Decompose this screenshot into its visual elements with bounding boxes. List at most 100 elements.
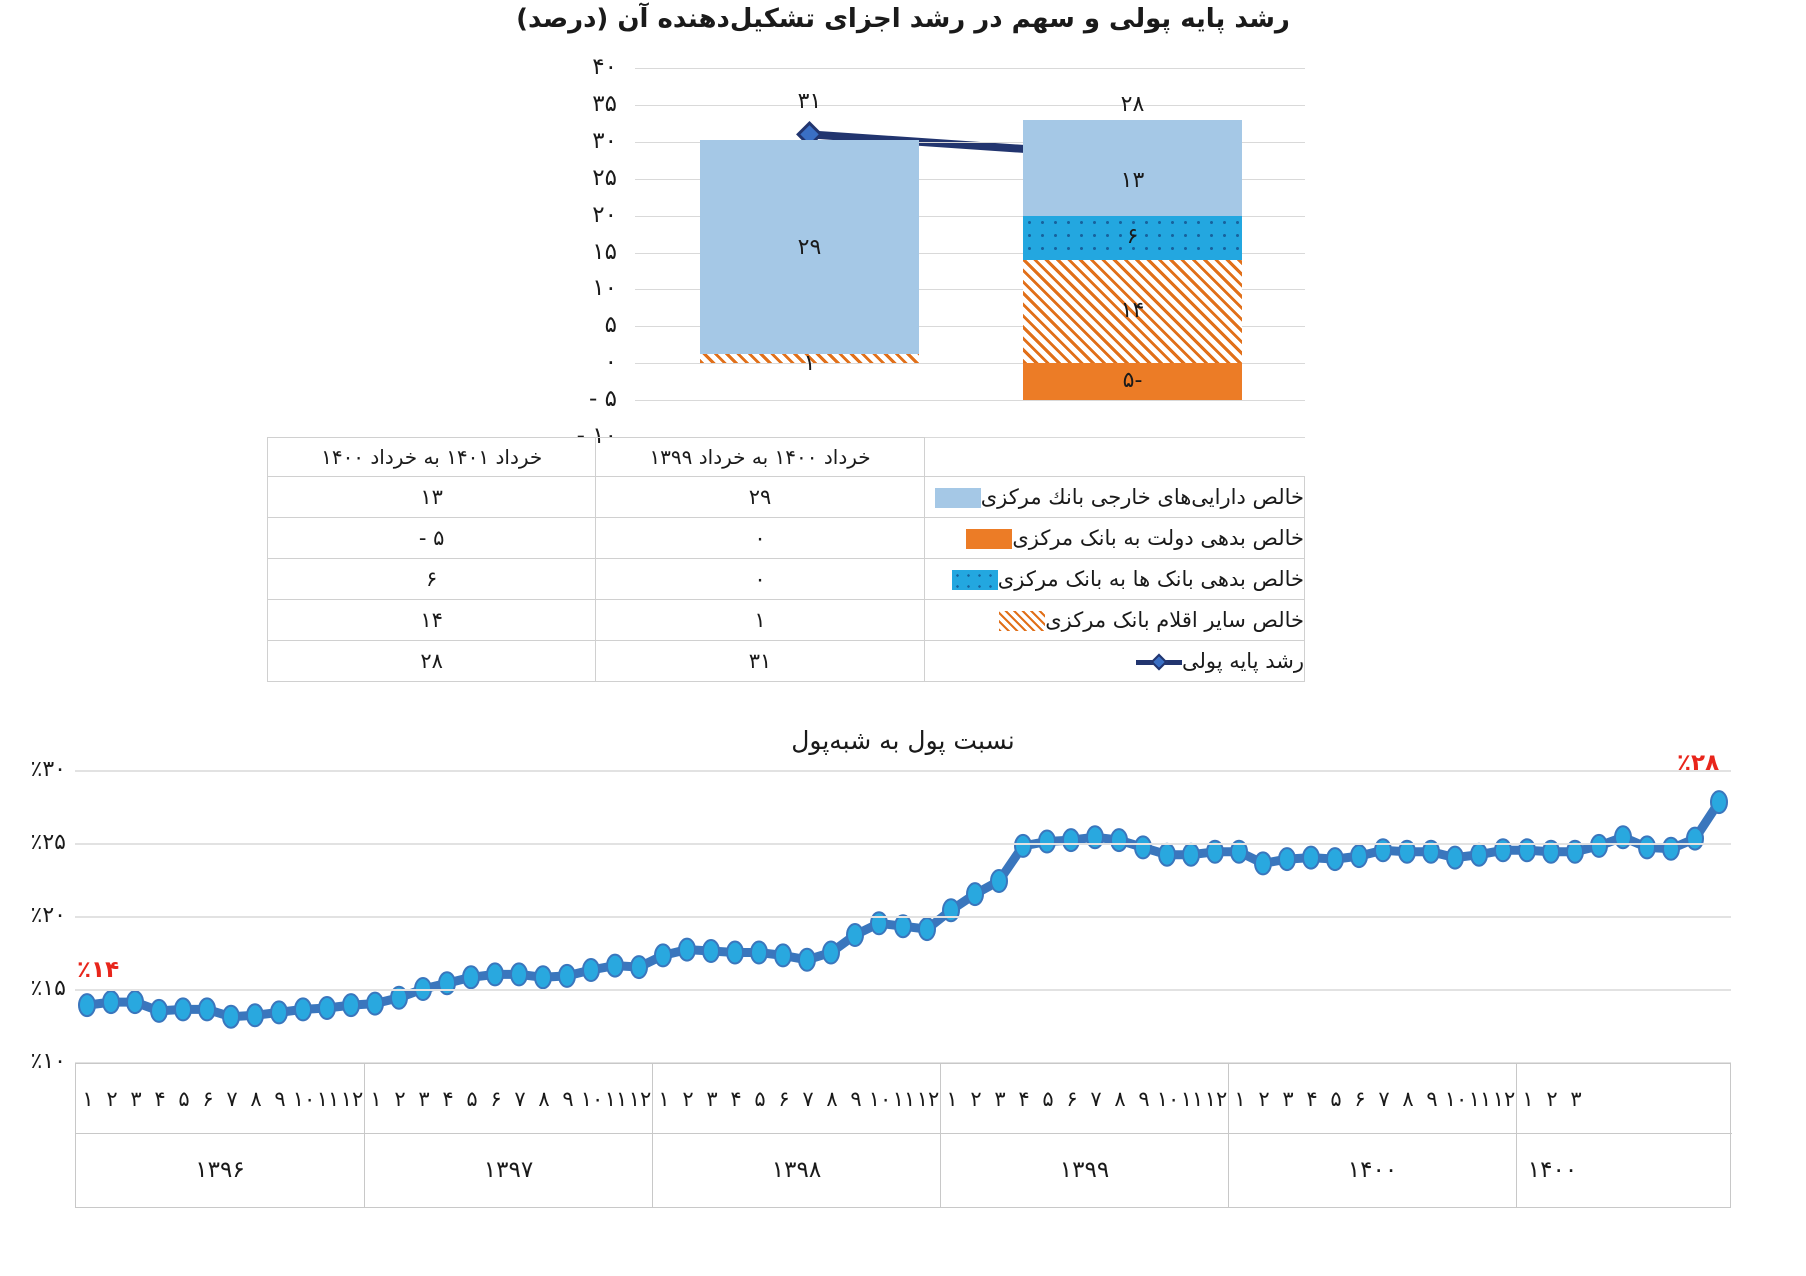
month-tick-label: ۹ [1426, 1087, 1438, 1111]
month-tick-label: ۳ [706, 1087, 718, 1111]
navy-line-marker-swatch-icon [1135, 652, 1182, 672]
column-header-0: خرداد ۱۴۰۰ به خرداد ۱۳۹۹ [595, 437, 925, 477]
series-label-text: خالص دارایی‌های خارجی بانك مركزی [980, 485, 1304, 509]
value-cell-col2: ۵ - [266, 517, 597, 559]
month-tick-label: ۸ [538, 1087, 550, 1111]
series-label-cell: خالص دارایی‌های خارجی بانك مركزی [923, 476, 1306, 518]
month-tick-label: ۳ [418, 1087, 430, 1111]
dotted-blue-swatch-icon [951, 570, 998, 590]
year-group-label: ۱۳۹۹ [940, 1134, 1228, 1207]
year-group-label: ۱۳۹۶ [195, 1157, 245, 1183]
year-group-label: ۱۳۹۷ [364, 1134, 652, 1207]
value-cell-col1: ۰ [595, 517, 925, 559]
month-tick-label: ۱ [658, 1087, 670, 1111]
month-tick-label: ۱۱ [316, 1087, 340, 1111]
month-tick-label: ۲ [682, 1087, 694, 1111]
value-cell-col2: ۶ [266, 558, 597, 600]
month-tick-label: ۱۰ [1156, 1087, 1180, 1111]
month-tick-label: ۱۲ [340, 1087, 364, 1111]
month-tick-label: ۶ [1066, 1087, 1078, 1111]
month-tick-label: ۵ [466, 1087, 478, 1111]
month-tick-label: ۴ [1306, 1087, 1318, 1111]
series-label-text: خالص سایر اقلام بانک مرکزی [1045, 608, 1304, 632]
y-axis-tick: ۴۰ [592, 54, 617, 80]
month-tick-label: ۲ [1258, 1087, 1270, 1111]
month-tick-label: ۱۱ [1468, 1087, 1492, 1111]
value-cell-col2: ۲۸ [266, 640, 597, 682]
y-axis-tick: ۳۵ [592, 90, 617, 117]
year-group-separator [652, 1064, 653, 1207]
month-tick-label: ۸ [250, 1087, 262, 1111]
series-label-cell: رشد پایه پولی [923, 640, 1306, 682]
y-axis-tick: ۳۰ [592, 127, 617, 154]
month-tick-label: ۷ [226, 1087, 238, 1111]
start-value-annotation: ٪۱۴ [77, 957, 120, 984]
month-tick-label: ۱۲ [1492, 1087, 1516, 1111]
year-group-separator [1228, 1064, 1229, 1207]
bar-value-label: ۲۹ [797, 234, 822, 260]
month-tick-label: ۶ [490, 1087, 502, 1111]
series-label-text: خالص بدهی دولت به بانک مرکزی [1012, 526, 1304, 550]
series-label-cell: خالص بدهی بانک ها به بانک مرکزی [923, 558, 1306, 600]
solid-orange-swatch-icon [966, 529, 1013, 549]
table-row: خالص بدهی بانک ها به بانک مرکزی ۰ ۶ [266, 558, 1306, 600]
bar-value-label: ۲۸ [1120, 92, 1145, 118]
series-label-cell: خالص سایر اقلام بانک مرکزی [923, 599, 1306, 641]
bar-value-label: ۱۳ [1120, 168, 1145, 194]
bottom-chart-title: نسبت پول به شبه‌پول [791, 726, 1015, 755]
month-tick-label: ۳ [1570, 1087, 1582, 1111]
table-row: خالص سایر اقلام بانک مرکزی ۱ ۱۴ [266, 599, 1306, 641]
month-tick-label: ۴ [154, 1087, 166, 1111]
y-axis-tick: ۰ [604, 349, 617, 376]
month-tick-label: ۱۲ [628, 1087, 652, 1111]
value-cell-col1: ۲۹ [595, 476, 925, 518]
month-tick-label: ۳ [130, 1087, 142, 1111]
table-row: خالص دارایی‌های خارجی بانك مركزی ۲۹ ۱۳ [266, 476, 1306, 518]
month-tick-label: ۱۰ [292, 1087, 316, 1111]
month-tick-label: ۱۱ [604, 1087, 628, 1111]
monetary-base-growth-panel: رشد پایه پولی و سهم در رشد اجزای تشکیل‌د… [0, 0, 1806, 700]
month-tick-label: ۹ [562, 1087, 574, 1111]
table-row: خالص بدهی دولت به بانک مرکزی ۰ ۵ - [266, 517, 1306, 559]
month-tick-label: ۴ [442, 1087, 454, 1111]
month-tick-label: ۴ [730, 1087, 742, 1111]
month-tick-label: ۹ [850, 1087, 862, 1111]
month-tick-label: ۱۰ [1444, 1087, 1468, 1111]
bar-value-label: ۶ [1126, 223, 1139, 249]
year-group-label: ۱۴۰۰ [1516, 1134, 1588, 1207]
bar-value-label: ۱۴ [1120, 297, 1145, 323]
money-to-quasi-money-panel: نسبت پول به شبه‌پول ٪۳۰ ٪۲۵ ٪۲۰ ٪۱۵ ٪۱۰ ٪۱۴ … [0, 700, 1806, 1276]
solid-lightblue-swatch-icon [934, 488, 981, 508]
month-tick-label: ۷ [802, 1087, 814, 1111]
month-tick-label: ۱۲ [916, 1087, 940, 1111]
month-tick-label: ۵ [754, 1087, 766, 1111]
value-cell-col1: ۱ [595, 599, 925, 641]
month-tick-label: ۹ [274, 1087, 286, 1111]
top-chart-y-axis: ۴۰ ۳۵ ۳۰ ۲۵ ۲۰ ۱۵ ۱۰ ۵ ۰ ۵ -۱۰ - [520, 55, 625, 455]
month-tick-label: ۴ [1018, 1087, 1030, 1111]
bottom-chart-plot-area [75, 770, 1731, 1064]
month-tick-label: ۸ [1402, 1087, 1414, 1111]
bar-value-label: ۱ [803, 350, 816, 376]
y-axis-tick: ۱۰ [592, 275, 617, 302]
month-tick-label: ۷ [514, 1087, 526, 1111]
month-tick-label: ۳ [994, 1087, 1006, 1111]
value-cell-col2: ۱۳ [266, 476, 597, 518]
month-tick-label: ۵ [178, 1087, 190, 1111]
bar-value-label: -۵ [1122, 367, 1143, 393]
series-label-text: خالص بدهی بانک ها به بانک مرکزی [997, 567, 1304, 591]
hatched-orange-swatch-icon [999, 611, 1046, 631]
month-tick-label: ۲ [394, 1087, 406, 1111]
gridline [75, 843, 1731, 845]
year-group-label: ۱۳۹۸ [652, 1134, 940, 1207]
gridline [635, 68, 1305, 69]
month-tick-label: ۵ [1042, 1087, 1054, 1111]
month-tick-label: ۱ [370, 1087, 382, 1111]
month-tick-label: ۶ [1354, 1087, 1366, 1111]
y-axis-tick: ۲۰ [592, 201, 617, 228]
year-labels-row: ۱۳۹۶ ۱۳۹۷ ۱۳۹۸ ۱۳۹۹ ۱۴۰۰ ۱۴۰۰ [76, 1134, 1732, 1207]
bar-value-label: ۳۱ [797, 89, 822, 115]
top-chart-title: رشد پایه پولی و سهم در رشد اجزای تشکیل‌د… [516, 4, 1290, 34]
month-tick-label: ۳ [1282, 1087, 1294, 1111]
column-header-1: خرداد ۱۴۰۱ به خرداد ۱۴۰۰ [266, 437, 597, 477]
